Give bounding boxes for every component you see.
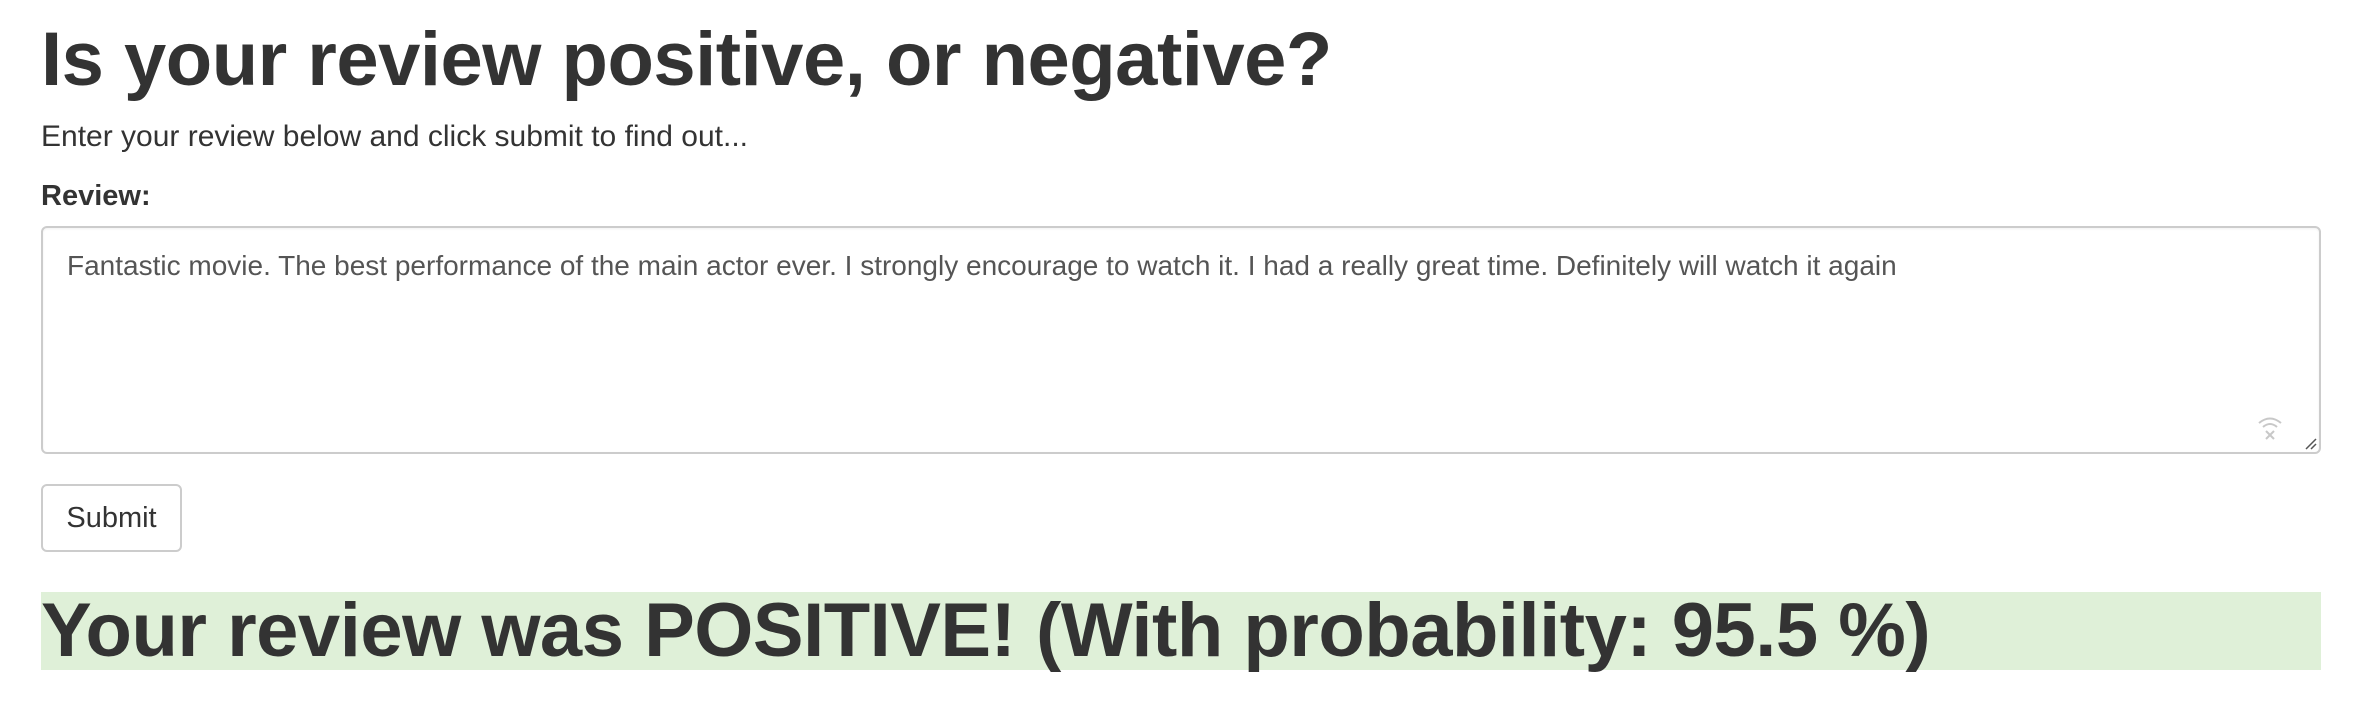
grammar-extension-icon[interactable]: [2255, 412, 2285, 442]
review-field-wrapper: Fantastic movie. The best performance of…: [41, 226, 2321, 454]
review-label: Review:: [41, 180, 151, 212]
result-text: Your review was POSITIVE! (With probabil…: [41, 588, 1931, 673]
submit-button[interactable]: Submit: [41, 484, 182, 552]
page-subtitle: Enter your review below and click submit…: [41, 120, 748, 153]
resize-handle-icon[interactable]: [2303, 436, 2317, 450]
page-title: Is your review positive, or negative?: [41, 17, 1332, 102]
result-banner: Your review was POSITIVE! (With probabil…: [41, 588, 2321, 673]
review-textarea[interactable]: Fantastic movie. The best performance of…: [41, 226, 2321, 454]
